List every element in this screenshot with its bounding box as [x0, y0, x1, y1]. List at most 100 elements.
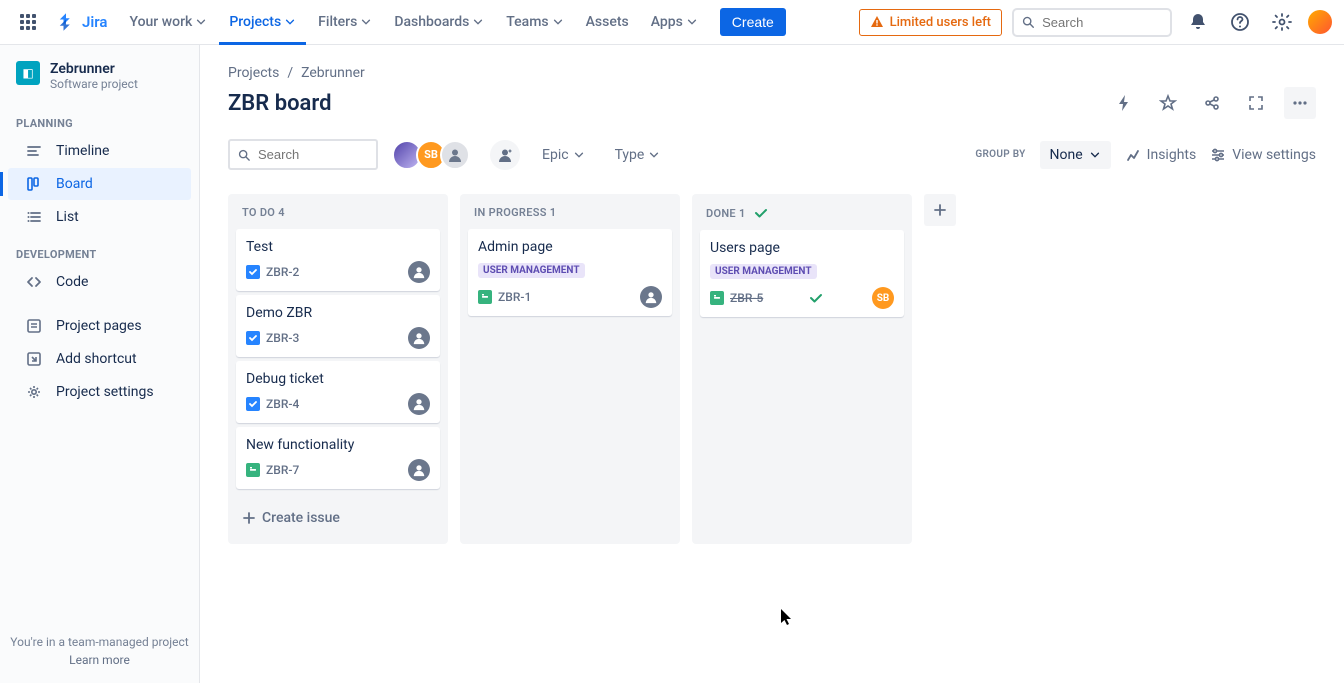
sidebar-item-code[interactable]: Code [8, 266, 191, 298]
top-nav: Jira Your workProjectsFiltersDashboardsT… [0, 0, 1344, 45]
notifications-icon[interactable] [1182, 6, 1214, 38]
automation-icon[interactable] [1108, 87, 1140, 119]
card-title: Users page [710, 240, 894, 256]
assignee-avatar[interactable]: SB [872, 287, 894, 309]
nav-assets[interactable]: Assets [576, 0, 639, 45]
logo-text: Jira [82, 13, 107, 31]
settings-icon[interactable] [1266, 6, 1298, 38]
sidebar-item-label: Code [56, 274, 88, 290]
sidebar-item-label: Board [56, 176, 93, 192]
sidebar-item-timeline[interactable]: Timeline [8, 135, 191, 167]
warning-icon [870, 15, 884, 29]
share-icon[interactable] [1196, 87, 1228, 119]
code-icon [24, 274, 44, 290]
issue-key[interactable]: ZBR-4 [266, 397, 299, 411]
limited-users-warning[interactable]: Limited users left [859, 9, 1002, 36]
column-title: DONE 1 [706, 207, 746, 220]
type-filter[interactable]: Type [607, 141, 669, 169]
board-search[interactable] [228, 139, 378, 170]
task-type-icon [246, 265, 260, 279]
nav-teams[interactable]: Teams [496, 0, 573, 45]
fullscreen-icon[interactable] [1240, 87, 1272, 119]
help-icon[interactable] [1224, 6, 1256, 38]
assignee-filter: SB [392, 140, 470, 170]
issue-card[interactable]: Users page USER MANAGEMENT ZBR-5 SB [700, 230, 904, 317]
story-type-icon [246, 463, 260, 477]
learn-more-link[interactable]: Learn more [8, 653, 191, 667]
global-search[interactable] [1012, 8, 1172, 37]
chevron-down-icon [552, 16, 564, 28]
group-by-select[interactable]: None [1040, 141, 1111, 169]
kanban-board: TO DO 4 Test ZBR-2 Demo ZBR ZBR-3 Debug … [228, 194, 1316, 544]
create-issue-button[interactable]: Create issue [232, 500, 444, 536]
page-title: ZBR board [228, 91, 331, 116]
avatar-unassigned[interactable] [440, 140, 470, 170]
sidebar-item-label: Timeline [56, 143, 109, 159]
project-header[interactable]: ◧ Zebrunner Software project [0, 61, 199, 103]
sidebar-item-label: List [56, 209, 79, 225]
nav-projects[interactable]: Projects [219, 0, 306, 45]
chevron-down-icon [284, 16, 296, 28]
app-switcher-icon[interactable] [12, 6, 44, 38]
issue-key[interactable]: ZBR-7 [266, 463, 299, 477]
issue-key[interactable]: ZBR-2 [266, 265, 299, 279]
chevron-down-icon [686, 16, 698, 28]
story-type-icon [710, 291, 724, 305]
sidebar-item-board[interactable]: Board [8, 168, 191, 200]
global-search-input[interactable] [1040, 14, 1162, 31]
chevron-down-icon [1089, 149, 1101, 161]
issue-card[interactable]: Debug ticket ZBR-4 [236, 361, 440, 423]
column-header[interactable]: TO DO 4 [232, 202, 444, 229]
issue-card[interactable]: Demo ZBR ZBR-3 [236, 295, 440, 357]
list-icon [24, 209, 44, 225]
column-header[interactable]: DONE 1 [696, 202, 908, 230]
task-type-icon [246, 331, 260, 345]
issue-card[interactable]: Admin page USER MANAGEMENT ZBR-1 [468, 229, 672, 316]
nav-filters[interactable]: Filters [308, 0, 382, 45]
issue-key[interactable]: ZBR-5 [730, 291, 763, 305]
task-type-icon [246, 397, 260, 411]
epic-lozenge[interactable]: USER MANAGEMENT [710, 264, 817, 279]
chevron-down-icon [360, 16, 372, 28]
sidebar-item-project-pages[interactable]: Project pages [8, 310, 191, 342]
card-title: New functionality [246, 437, 430, 453]
sidebar-item-list[interactable]: List [8, 201, 191, 233]
sidebar-item-add-shortcut[interactable]: Add shortcut [8, 343, 191, 375]
breadcrumb-projects[interactable]: Projects [228, 65, 279, 81]
breadcrumb-project[interactable]: Zebrunner [301, 65, 365, 81]
nav-dashboards[interactable]: Dashboards [384, 0, 494, 45]
nav-apps[interactable]: Apps [641, 0, 708, 45]
add-column-button[interactable] [924, 194, 956, 226]
epic-filter[interactable]: Epic [534, 141, 593, 169]
add-people-button[interactable] [490, 140, 520, 170]
column-in-progress: IN PROGRESS 1 Admin page USER MANAGEMENT… [460, 194, 680, 544]
star-icon[interactable] [1152, 87, 1184, 119]
jira-logo[interactable]: Jira [48, 12, 115, 32]
create-button[interactable]: Create [720, 8, 786, 36]
column-done: DONE 1 Users page USER MANAGEMENT ZBR-5 … [692, 194, 912, 544]
breadcrumb: Projects / Zebrunner [228, 65, 1316, 81]
assignee-avatar[interactable] [640, 286, 662, 308]
issue-key[interactable]: ZBR-3 [266, 331, 299, 345]
issue-key[interactable]: ZBR-1 [498, 290, 531, 304]
timeline-icon [24, 143, 44, 159]
sidebar-item-project-settings[interactable]: Project settings [8, 376, 191, 408]
epic-lozenge[interactable]: USER MANAGEMENT [478, 263, 585, 278]
nav-your-work[interactable]: Your work [119, 0, 217, 45]
column-header[interactable]: IN PROGRESS 1 [464, 202, 676, 229]
issue-card[interactable]: Test ZBR-2 [236, 229, 440, 291]
issue-card[interactable]: New functionality ZBR-7 [236, 427, 440, 489]
assignee-avatar[interactable] [408, 261, 430, 283]
assignee-avatar[interactable] [408, 393, 430, 415]
done-check-icon [809, 291, 823, 305]
board-search-input[interactable] [256, 146, 368, 163]
story-type-icon [478, 290, 492, 304]
profile-avatar[interactable] [1308, 10, 1332, 34]
assignee-avatar[interactable] [408, 459, 430, 481]
project-type: Software project [50, 77, 138, 91]
more-actions-icon[interactable] [1284, 87, 1316, 119]
insights-button[interactable]: Insights [1125, 147, 1197, 163]
assignee-avatar[interactable] [408, 327, 430, 349]
card-title: Admin page [478, 239, 662, 255]
view-settings-button[interactable]: View settings [1210, 147, 1316, 163]
